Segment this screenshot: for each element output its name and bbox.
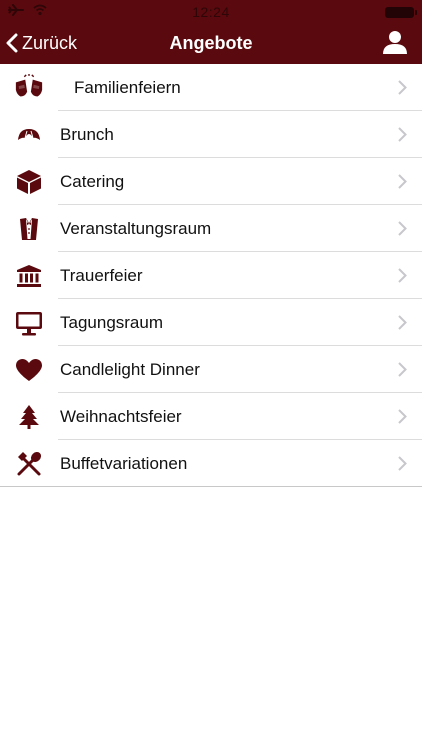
chevron-right-icon: [398, 174, 407, 189]
list-item-label: Candlelight Dinner: [60, 360, 200, 379]
list-item-label: Buffetvariationen: [60, 454, 188, 473]
heart-icon: [14, 355, 44, 385]
chevron-right-icon: [398, 80, 407, 95]
list-item-tagungsraum[interactable]: Tagungsraum: [0, 299, 422, 346]
battery-tip: [415, 10, 417, 15]
page-title: Angebote: [169, 33, 253, 53]
top-bar: 12:24 Zurück Angebote: [0, 0, 422, 64]
status-time: 12:24: [192, 4, 230, 20]
cutlery-icon: [14, 449, 44, 479]
list-item-familienfeiern[interactable]: Familienfeiern: [0, 64, 422, 111]
app-screen: 12:24 Zurück Angebote Familienfeiern Bru…: [0, 0, 422, 750]
navigation-bar: Zurück Angebote: [0, 22, 422, 64]
list-item-catering[interactable]: Catering: [0, 158, 422, 205]
chevron-right-icon: [398, 127, 407, 142]
list-item-weihnachtsfeier[interactable]: Weihnachtsfeier: [0, 393, 422, 440]
chevron-right-icon: [398, 456, 407, 471]
box-icon: [14, 167, 44, 197]
list-item-label: Trauerfeier: [60, 266, 143, 285]
chevron-right-icon: [398, 221, 407, 236]
list-item-trauerfeier[interactable]: Trauerfeier: [0, 252, 422, 299]
toast-glasses-icon: [14, 73, 44, 103]
croissant-icon: [14, 120, 44, 150]
monitor-icon: [14, 308, 44, 338]
tree-icon: [14, 402, 44, 432]
list-item-label: Catering: [60, 172, 125, 191]
list-item-label: Weihnachtsfeier: [60, 407, 182, 426]
list-item-brunch[interactable]: Brunch: [0, 111, 422, 158]
user-profile-icon[interactable]: [382, 29, 408, 55]
chevron-right-icon: [398, 268, 407, 283]
status-bar: 12:24: [0, 0, 422, 22]
list-item-label: Tagungsraum: [60, 313, 164, 332]
tuxedo-icon: [14, 214, 44, 244]
list-item-label: Brunch: [60, 125, 114, 144]
list-item-veranstaltungsraum[interactable]: Veranstaltungsraum: [0, 205, 422, 252]
list-item-label: Veranstaltungsraum: [60, 219, 212, 238]
battery-icon: [385, 7, 414, 18]
chevron-right-icon: [398, 315, 407, 330]
chevron-right-icon: [398, 409, 407, 424]
offers-list: Familienfeiern Brunch Catering Veranstal…: [0, 64, 422, 487]
chevron-right-icon: [398, 362, 407, 377]
list-item-candlelight-dinner[interactable]: Candlelight Dinner: [0, 346, 422, 393]
list-item-buffetvariationen[interactable]: Buffetvariationen: [0, 440, 422, 487]
list-item-label: Familienfeiern: [74, 78, 181, 97]
building-columns-icon: [14, 261, 44, 291]
